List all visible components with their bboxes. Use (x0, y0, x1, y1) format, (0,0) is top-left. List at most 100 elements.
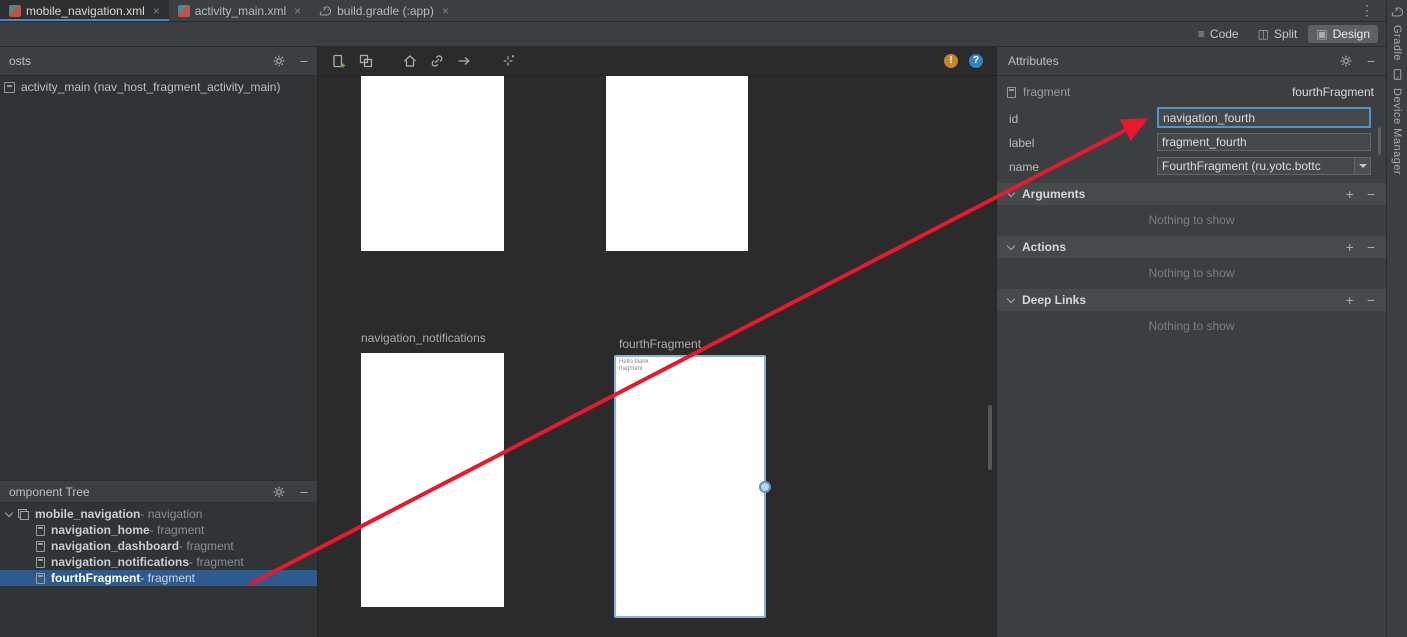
gradle-tool-button[interactable]: Gradle (1391, 25, 1403, 61)
component-id-value: fourthFragment (1292, 85, 1374, 99)
panel-scrollbar-thumb[interactable] (1378, 127, 1381, 155)
gear-icon[interactable] (272, 485, 286, 499)
id-field[interactable] (1157, 107, 1371, 128)
home-icon[interactable] (402, 53, 418, 69)
help-icon[interactable]: ? (969, 54, 983, 68)
code-mode-label: Code (1210, 27, 1239, 41)
tree-item-name: navigation_dashboard (51, 539, 179, 553)
code-mode-button[interactable]: ≡ Code (1190, 25, 1247, 43)
component-tree-panel: omponent Tree − mobile_navigation - navi… (0, 480, 318, 637)
fragment-preview-notifications[interactable] (361, 353, 504, 607)
gear-icon[interactable] (1339, 54, 1353, 68)
fragment-icon (36, 573, 45, 584)
label-field[interactable] (1157, 133, 1371, 151)
add-deep-link-icon[interactable]: + (1346, 293, 1354, 307)
component-tree-title: omponent Tree (9, 485, 90, 499)
hide-panel-icon[interactable]: − (300, 485, 308, 499)
split-icon: ◫ (1258, 28, 1269, 40)
fragment-icon (36, 525, 45, 536)
action-handle[interactable] (759, 481, 771, 493)
chevron-down-icon[interactable] (5, 508, 13, 516)
hide-panel-icon[interactable]: − (300, 54, 308, 68)
nested-graph-icon[interactable] (358, 53, 374, 69)
chevron-down-icon (1007, 241, 1015, 249)
kebab-menu-icon[interactable]: ⋮ (1360, 2, 1386, 19)
chevron-down-icon (1007, 188, 1015, 196)
component-type-row: fragment fourthFragment (1007, 83, 1374, 101)
add-destination-icon[interactable] (331, 53, 347, 69)
close-tab-icon[interactable]: × (153, 4, 160, 18)
hide-panel-icon[interactable]: − (1367, 54, 1375, 68)
remove-deep-link-icon[interactable]: − (1367, 293, 1375, 307)
tab-build-gradle[interactable]: build.gradle (:app) × (310, 0, 458, 21)
tree-item-type: - fragment (150, 523, 205, 537)
remove-action-icon[interactable]: − (1367, 240, 1375, 254)
fragment-preview-fourth-selected[interactable]: Hello blank fragment (614, 355, 766, 618)
actions-section-header[interactable]: Actions + − (997, 236, 1386, 258)
gear-icon[interactable] (272, 54, 286, 68)
name-dropdown-value: FourthFragment (ru.yotc.bottc (1162, 159, 1354, 173)
tree-item-type: - fragment (179, 539, 234, 553)
tree-item-name: mobile_navigation (35, 507, 140, 521)
attributes-panel: Attributes − fragment fourthFragment id … (996, 47, 1386, 637)
tree-row[interactable]: navigation_notifications - fragment (0, 554, 317, 570)
code-icon: ≡ (1198, 28, 1205, 40)
deep-links-section-header[interactable]: Deep Links + − (997, 289, 1386, 311)
arguments-section-header[interactable]: Arguments + − (997, 183, 1386, 205)
device-manager-icon[interactable] (1391, 68, 1404, 81)
deep-link-icon[interactable] (429, 53, 445, 69)
right-tool-stripe: Gradle Device Manager (1386, 0, 1407, 637)
name-dropdown[interactable]: FourthFragment (ru.yotc.bottc (1157, 157, 1371, 175)
name-attr-label: name (1009, 160, 1039, 174)
close-tab-icon[interactable]: × (442, 4, 449, 18)
tree-row-root[interactable]: mobile_navigation - navigation (0, 506, 317, 522)
tree-item-name: fourthFragment (51, 571, 140, 585)
android-xml-file-icon (9, 5, 21, 17)
tree-item-name: navigation_home (51, 523, 150, 537)
add-action-icon[interactable]: + (1346, 240, 1354, 254)
fragment-label-notifications[interactable]: navigation_notifications (361, 331, 486, 345)
nav-host-item-label: activity_main (nav_host_fragment_activit… (21, 80, 280, 94)
tree-item-type: - navigation (140, 507, 202, 521)
design-mode-button[interactable]: ▣ Design (1308, 25, 1378, 43)
tree-row[interactable]: navigation_home - fragment (0, 522, 317, 538)
tab-mobile-navigation-xml[interactable]: mobile_navigation.xml × (0, 0, 169, 21)
canvas-scrollbar-thumb[interactable] (988, 405, 992, 470)
gradle-icon (319, 4, 332, 17)
android-xml-file-icon (178, 5, 190, 17)
fragment-preview-dashboard[interactable] (606, 76, 748, 251)
tree-item-type: - fragment (189, 555, 244, 569)
activity-icon (4, 82, 15, 93)
device-manager-tool-button[interactable]: Device Manager (1391, 88, 1403, 175)
component-type-label: fragment (1023, 85, 1070, 99)
label-attr-label: label (1009, 136, 1034, 150)
fragment-icon (36, 557, 45, 568)
component-tree-header: omponent Tree − (0, 480, 317, 503)
close-tab-icon[interactable]: × (294, 4, 301, 18)
id-attr-label: id (1009, 112, 1018, 126)
component-tree-body: mobile_navigation - navigation navigatio… (0, 506, 317, 586)
split-mode-button[interactable]: ◫ Split (1250, 25, 1306, 43)
remove-argument-icon[interactable]: − (1367, 187, 1375, 201)
tab-label: activity_main.xml (195, 4, 286, 18)
editor-mode-toolbar: ≡ Code ◫ Split ▣ Design (0, 22, 1386, 47)
fragment-icon (1007, 87, 1016, 98)
tree-row-selected[interactable]: fourthFragment - fragment (0, 570, 317, 586)
tab-activity-main-xml[interactable]: activity_main.xml × (169, 0, 310, 21)
nav-host-item[interactable]: activity_main (nav_host_fragment_activit… (4, 80, 280, 94)
design-canvas[interactable]: ! ? navigation_notifications fourthFragm… (318, 47, 996, 637)
tab-label: mobile_navigation.xml (26, 4, 145, 18)
fragment-preview-home[interactable] (361, 76, 504, 251)
warning-indicator-icon[interactable]: ! (944, 54, 958, 68)
arguments-empty-text: Nothing to show (997, 213, 1386, 227)
gradle-icon[interactable] (1391, 5, 1404, 18)
fragment-label-fourth[interactable]: fourthFragment (619, 337, 701, 351)
action-arrow-icon[interactable] (456, 53, 472, 69)
chevron-down-icon (1007, 294, 1015, 302)
add-argument-icon[interactable]: + (1346, 187, 1354, 201)
chevron-down-icon[interactable] (1354, 158, 1370, 174)
tree-row[interactable]: navigation_dashboard - fragment (0, 538, 317, 554)
android-studio-window: mobile_navigation.xml × activity_main.xm… (0, 0, 1407, 637)
arguments-section-title: Arguments (1022, 187, 1085, 201)
auto-arrange-icon[interactable] (500, 53, 516, 69)
